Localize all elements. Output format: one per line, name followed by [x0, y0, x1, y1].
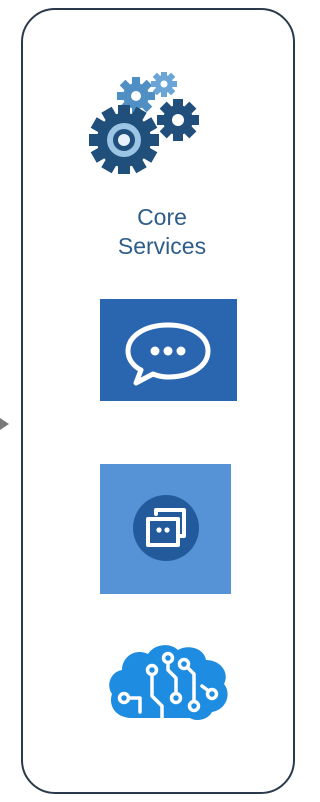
bot-service-tile — [100, 464, 231, 594]
incoming-arrow — [0, 418, 9, 430]
chat-service-tile — [100, 299, 237, 401]
diagram-canvas: Core Services — [0, 0, 299, 802]
core-services-label-line-1: Core — [137, 204, 187, 230]
gears-icon — [84, 72, 202, 174]
cognitive-brain-icon — [102, 640, 236, 736]
core-services-label: Core Services — [82, 203, 242, 261]
bot-service-icon — [133, 495, 199, 561]
core-services-label-line-2: Services — [117, 233, 207, 259]
chat-bubble-icon — [125, 322, 211, 386]
